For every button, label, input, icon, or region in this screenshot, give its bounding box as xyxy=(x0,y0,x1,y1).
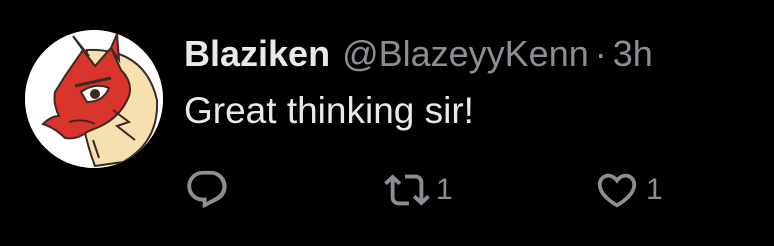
tweet-header: Blaziken @BlazeyyKenn · 3h xyxy=(184,31,653,77)
retweet-button[interactable]: 1 xyxy=(384,165,453,215)
like-button[interactable]: 1 xyxy=(594,165,663,215)
tweet-actions: 1 1 xyxy=(184,165,744,215)
separator-dot: · xyxy=(594,33,607,74)
retweet-icon xyxy=(384,174,430,206)
avatar[interactable] xyxy=(25,30,163,168)
reply-button[interactable] xyxy=(184,165,230,215)
retweet-count: 1 xyxy=(436,173,453,206)
like-count: 1 xyxy=(646,173,663,206)
blaziken-avatar-icon xyxy=(25,30,163,168)
tweet-text: Great thinking sir! xyxy=(184,90,474,131)
user-handle[interactable]: @BlazeyyKenn xyxy=(342,31,589,77)
heart-icon xyxy=(597,173,637,208)
tweet: Blaziken @BlazeyyKenn · 3h Great thinkin… xyxy=(0,0,774,246)
reply-icon xyxy=(187,170,227,209)
timestamp[interactable]: 3h xyxy=(613,31,653,77)
display-name[interactable]: Blaziken xyxy=(184,31,330,77)
